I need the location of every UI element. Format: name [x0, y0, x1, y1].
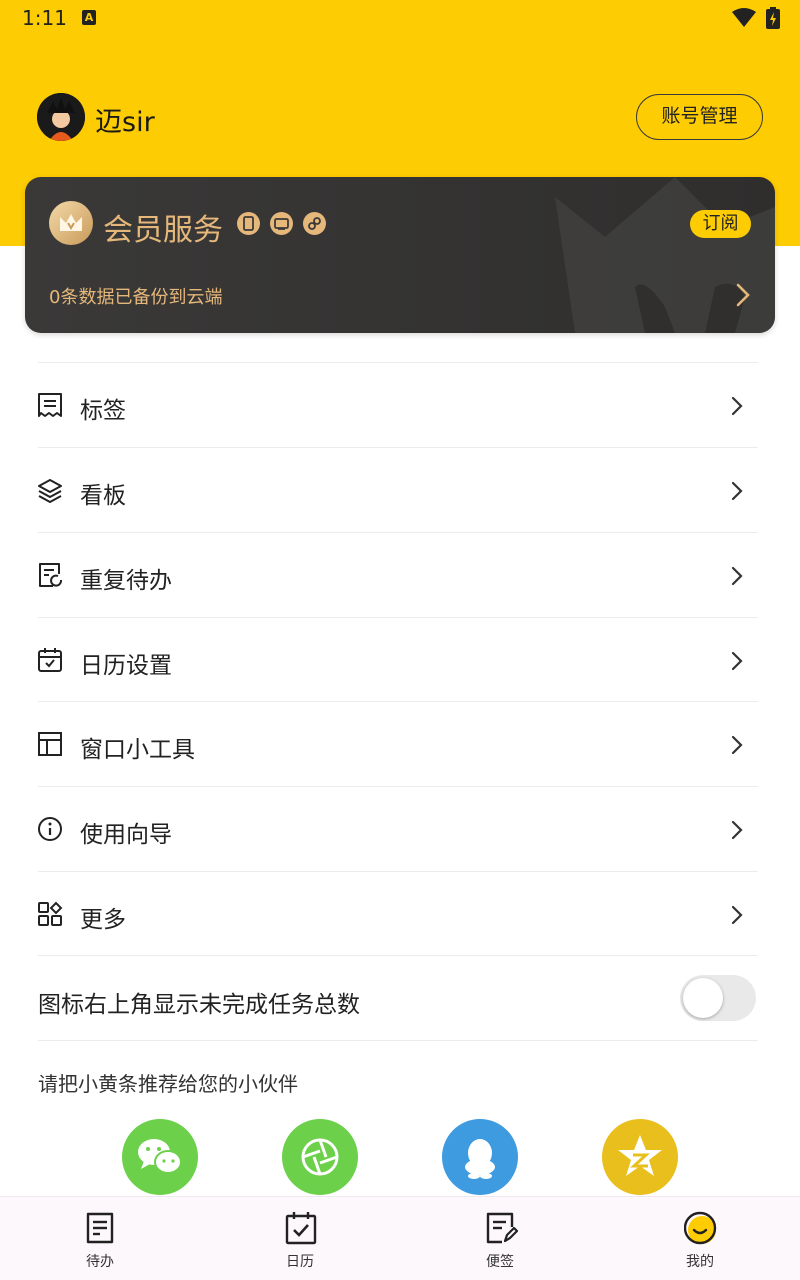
- nav-label: 日历: [286, 1254, 314, 1270]
- chevron-right-icon: [731, 820, 743, 840]
- menu-label: 窗口小工具: [80, 737, 195, 763]
- nav-item-calendar[interactable]: 日历: [200, 1197, 400, 1280]
- phone-device-icon: [237, 212, 260, 235]
- share-qq-button[interactable]: [442, 1119, 518, 1195]
- menu-item-more[interactable]: 更多: [0, 872, 800, 956]
- menu-label: 更多: [80, 907, 126, 933]
- chevron-right-icon: [731, 396, 743, 416]
- backup-status-text: 0条数据已备份到云端: [49, 287, 223, 308]
- grid-more-icon: [38, 901, 63, 926]
- vip-crown-icon: [49, 201, 93, 245]
- keyboard-notification-icon: A: [82, 10, 96, 25]
- menu-item-repeat-todo[interactable]: 重复待办: [0, 533, 800, 617]
- tag-list-icon: [38, 393, 62, 417]
- crown-watermark-icon: [555, 177, 775, 333]
- calendar-check-icon: [285, 1212, 317, 1245]
- calendar-check-icon: [38, 648, 62, 672]
- wifi-icon: [732, 8, 756, 27]
- divider: [38, 1040, 758, 1041]
- bottom-navigation: 待办 日历 便签 我的: [0, 1196, 800, 1280]
- chevron-right-icon: [736, 283, 750, 307]
- chevron-right-icon: [731, 566, 743, 586]
- menu-label: 看板: [80, 483, 126, 509]
- share-title: 请把小黄条推荐给您的小伙伴: [38, 1072, 298, 1096]
- mini-program-icon: [303, 212, 326, 235]
- menu-item-widgets[interactable]: 窗口小工具: [0, 702, 800, 786]
- status-time: 1:11: [22, 6, 67, 30]
- todo-list-icon: [86, 1212, 114, 1244]
- avatar-image: [37, 93, 85, 141]
- toggle-label: 图标右上角显示未完成任务总数: [38, 992, 360, 1018]
- moments-icon: [301, 1138, 339, 1176]
- toggle-knob: [683, 978, 723, 1018]
- badge-count-toggle[interactable]: [680, 975, 756, 1021]
- chevron-right-icon: [731, 651, 743, 671]
- avatar[interactable]: [37, 93, 85, 141]
- chevron-right-icon: [731, 481, 743, 501]
- repeat-todo-icon: [39, 563, 63, 587]
- badge-count-setting: 图标右上角显示未完成任务总数: [0, 956, 800, 1040]
- nav-label: 便签: [486, 1254, 514, 1270]
- info-icon: [38, 817, 62, 841]
- menu-label: 使用向导: [80, 822, 172, 848]
- layers-icon: [38, 479, 62, 503]
- menu-item-tags[interactable]: 标签: [0, 363, 800, 447]
- chevron-right-icon: [731, 905, 743, 925]
- menu-item-user-guide[interactable]: 使用向导: [0, 787, 800, 871]
- chevron-right-icon: [731, 735, 743, 755]
- menu-label: 日历设置: [80, 653, 172, 679]
- widget-layout-icon: [38, 732, 62, 756]
- qq-icon: [465, 1139, 495, 1179]
- smiley-profile-icon: [684, 1211, 717, 1245]
- battery-icon: [766, 7, 780, 29]
- nav-item-todo[interactable]: 待办: [0, 1197, 200, 1280]
- username: 迈sir: [95, 107, 155, 138]
- wechat-icon: [138, 1139, 182, 1174]
- nav-label: 待办: [86, 1254, 114, 1270]
- member-service-card[interactable]: 会员服务 订阅 0条数据已备份到云端: [25, 177, 775, 333]
- share-qzone-button[interactable]: [602, 1119, 678, 1195]
- nav-label: 我的: [686, 1254, 714, 1270]
- account-management-button[interactable]: 账号管理: [636, 94, 763, 140]
- share-wechat-button[interactable]: [122, 1119, 198, 1195]
- member-service-title: 会员服务: [103, 213, 223, 248]
- nav-item-mine[interactable]: 我的: [600, 1197, 800, 1280]
- status-bar: 1:11 A: [0, 0, 800, 36]
- menu-item-calendar-settings[interactable]: 日历设置: [0, 618, 800, 702]
- menu-label: 标签: [80, 398, 126, 424]
- menu-label: 重复待办: [80, 568, 172, 594]
- nav-item-notes[interactable]: 便签: [400, 1197, 600, 1280]
- menu-item-kanban[interactable]: 看板: [0, 448, 800, 532]
- qzone-icon: [618, 1135, 662, 1176]
- desktop-device-icon: [270, 212, 293, 235]
- note-edit-icon: [486, 1212, 518, 1244]
- share-moments-button[interactable]: [282, 1119, 358, 1195]
- subscribe-button[interactable]: 订阅: [690, 210, 751, 238]
